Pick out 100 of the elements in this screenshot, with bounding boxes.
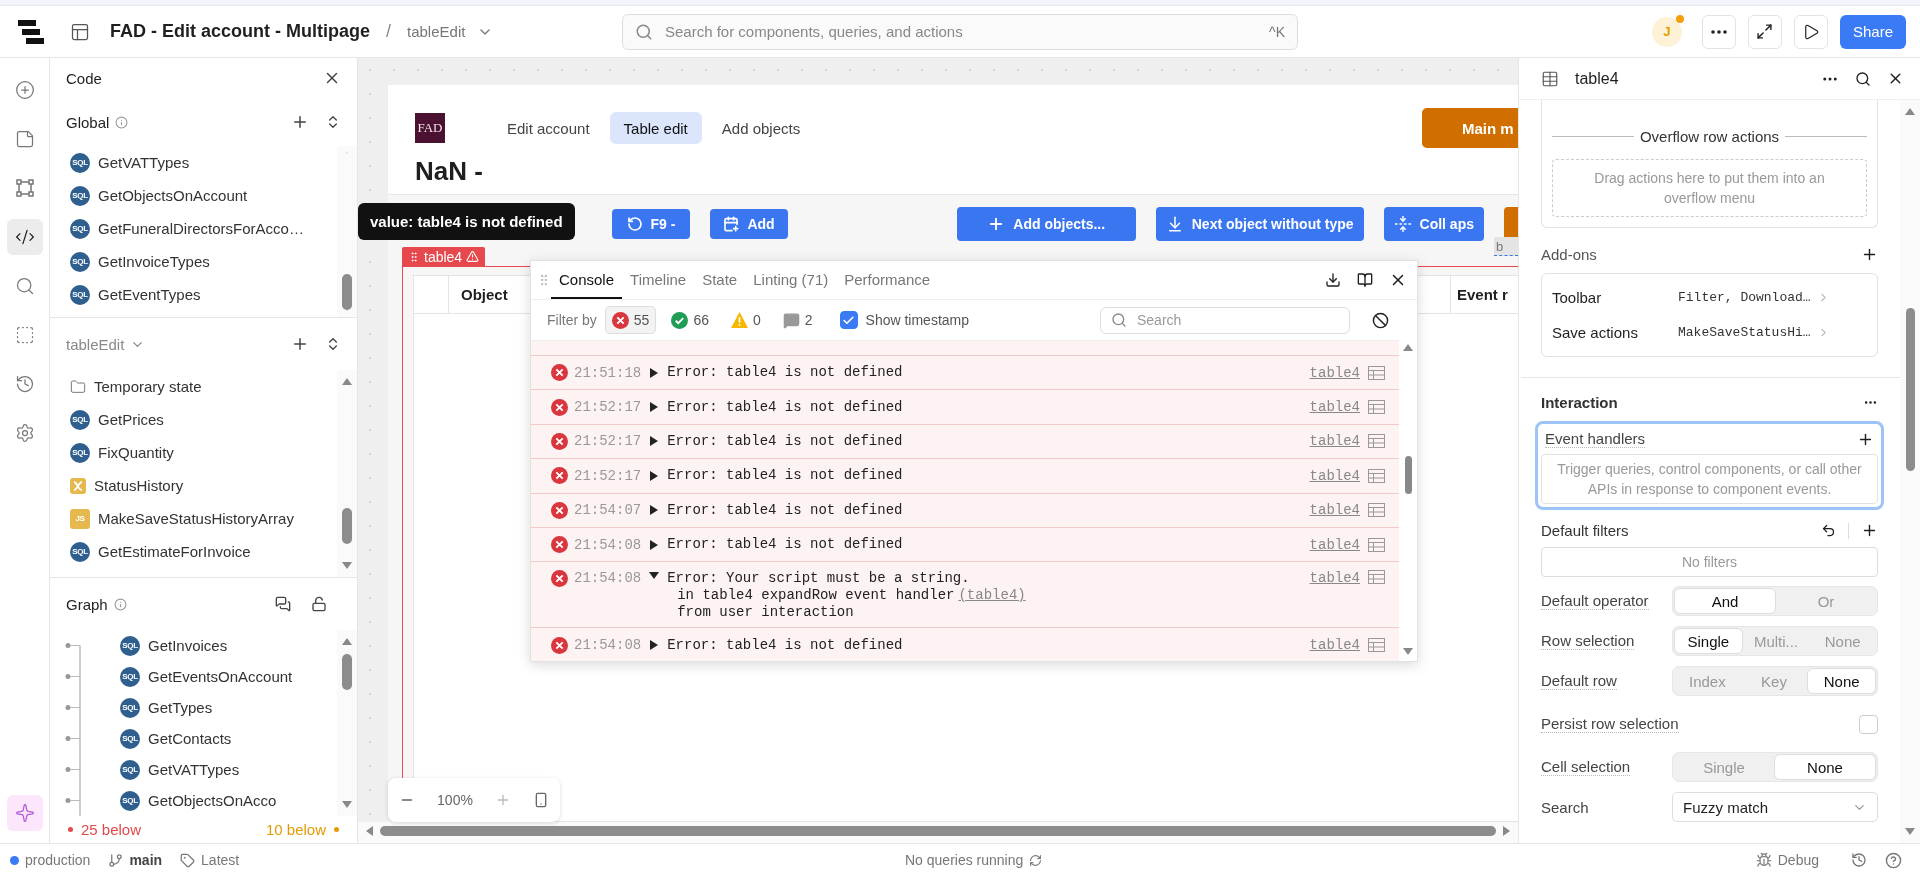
- log-row[interactable]: 21:52:17 Error: table4 is not defined table4: [531, 424, 1399, 460]
- sidebar-tool-button[interactable]: [6, 219, 43, 255]
- action-button[interactable]: F9 -: [612, 209, 690, 239]
- scrollbar[interactable]: [1900, 100, 1920, 843]
- log-row[interactable]: 21:52:17 Error: table4 is not defined table4: [531, 459, 1399, 494]
- code-list-item[interactable]: StatusHistory: [70, 469, 337, 502]
- add-icon[interactable]: [1861, 246, 1878, 263]
- timestamp-toggle[interactable]: Show timestamp: [839, 311, 970, 329]
- unlock-icon[interactable]: [311, 596, 327, 612]
- search-box[interactable]: Search for components, queries, and actions ^K: [622, 13, 1298, 50]
- zoom-level[interactable]: 100%: [437, 792, 473, 808]
- segment-option[interactable]: None: [1774, 754, 1876, 780]
- comments-icon[interactable]: [275, 596, 291, 612]
- console-tab[interactable]: State: [694, 261, 746, 299]
- action-button[interactable]: Coll aps: [1383, 207, 1484, 241]
- scrollbar-thumb[interactable]: [380, 825, 1496, 836]
- collapsed-caret-icon[interactable]: [649, 640, 660, 651]
- main-menu-button[interactable]: Main m: [1422, 108, 1518, 148]
- console-tab[interactable]: Timeline: [622, 261, 695, 299]
- segment-option[interactable]: None: [1807, 668, 1876, 694]
- scrollbar[interactable]: [337, 146, 357, 317]
- expand-button[interactable]: [1747, 14, 1782, 49]
- log-row[interactable]: 21:54:08 Error: Your script must be a string. in table4 expandRow event handler (table4) from user interaction table4: [531, 562, 1399, 629]
- checkbox[interactable]: [1859, 714, 1878, 734]
- log-search-box[interactable]: Search: [1100, 306, 1350, 334]
- search-field[interactable]: Search for components, queries, and actions: [663, 22, 1260, 41]
- page-tab[interactable]: Add objects: [707, 112, 815, 144]
- help-icon[interactable]: [1885, 851, 1902, 869]
- add-icon[interactable]: [1861, 522, 1878, 539]
- component-tag[interactable]: b: [1494, 237, 1518, 256]
- scrollbar-thumb[interactable]: [342, 273, 352, 310]
- undo-icon[interactable]: [1821, 523, 1836, 538]
- preview-button[interactable]: [1793, 14, 1828, 49]
- action-button[interactable]: Next object without type: [1155, 207, 1364, 241]
- download-icon[interactable]: [1325, 272, 1341, 288]
- layout-icon[interactable]: [70, 21, 90, 42]
- sidebar-tool-button[interactable]: [6, 795, 43, 831]
- column-header[interactable]: Event r: [1450, 276, 1518, 313]
- debug-button[interactable]: Debug: [1755, 852, 1819, 868]
- page-tab[interactable]: Edit account: [493, 112, 604, 144]
- code-list-item[interactable]: SQL GetInvoiceTypes: [70, 245, 337, 278]
- page-selector[interactable]: tableEdit: [407, 23, 466, 40]
- code-list-item[interactable]: SQL GetEventsOnAccount: [120, 661, 337, 692]
- component-tag[interactable]: table4: [402, 247, 486, 266]
- app-logo[interactable]: [18, 19, 44, 44]
- expanded-caret-icon[interactable]: [649, 570, 660, 581]
- log-search-field[interactable]: Search: [1135, 311, 1339, 329]
- environment-selector[interactable]: production: [10, 852, 91, 868]
- addon-row[interactable]: Toolbar Filter, Download…: [1552, 280, 1867, 315]
- version-tag[interactable]: Latest: [180, 852, 240, 868]
- docs-icon[interactable]: [1357, 272, 1373, 288]
- code-list-item[interactable]: SQL GetVATTypes: [70, 146, 337, 179]
- code-list-item[interactable]: SQL FixQuantity: [70, 436, 337, 469]
- code-list-item[interactable]: Temporary state: [70, 370, 337, 403]
- scrollbar[interactable]: [337, 630, 357, 816]
- page-tab[interactable]: Table edit: [609, 112, 702, 144]
- more-button[interactable]: [1701, 14, 1736, 49]
- code-list-item[interactable]: SQL GetContacts: [120, 723, 337, 754]
- log-filter[interactable]: 66: [664, 306, 716, 334]
- console-tab[interactable]: Linting (71): [745, 261, 837, 299]
- addon-row[interactable]: Save actions MakeSaveStatusHi…: [1552, 315, 1867, 350]
- scrollbar-thumb[interactable]: [342, 654, 352, 690]
- collapsed-caret-icon[interactable]: [649, 367, 660, 378]
- code-list-item[interactable]: SQL GetVATTypes: [120, 754, 337, 785]
- code-list-item[interactable]: SQL GetEstimateForInvoice: [70, 535, 337, 568]
- console-tab[interactable]: Performance: [836, 261, 939, 299]
- clear-icon[interactable]: [1372, 311, 1389, 329]
- share-button[interactable]: Share: [1839, 14, 1906, 49]
- code-list-item[interactable]: SQL GetFuneralDirectorsForAcco…: [70, 212, 337, 245]
- errors-below-indicator[interactable]: 25 below: [81, 821, 142, 838]
- collapsed-caret-icon[interactable]: [649, 402, 660, 413]
- refresh-icon[interactable]: [1029, 853, 1043, 867]
- scrollbar[interactable]: [337, 370, 357, 577]
- checkbox[interactable]: [839, 311, 858, 329]
- collapsed-caret-icon[interactable]: [649, 505, 660, 516]
- log-filter[interactable]: 0: [723, 306, 768, 334]
- code-list-item[interactable]: JS MakeSaveStatusHistoryArray: [70, 502, 337, 535]
- branch-selector[interactable]: main: [108, 852, 163, 868]
- log-row[interactable]: 21:54:08 Error: table4 is not defined table4: [531, 527, 1399, 563]
- log-row[interactable]: 21:52:17 Error: table4 is not defined table4: [531, 390, 1399, 425]
- collapsed-caret-icon[interactable]: [649, 436, 660, 447]
- code-list-item[interactable]: SQL GetTypes: [120, 692, 337, 723]
- console-tab[interactable]: Console: [551, 261, 623, 299]
- action-button[interactable]: Add: [710, 209, 788, 239]
- log-row[interactable]: 21:51:18 Error: table4 is not defined table4: [531, 356, 1399, 391]
- horizontal-scrollbar[interactable]: [358, 822, 1518, 843]
- code-list-item[interactable]: SQL GetEventTypes: [70, 278, 337, 311]
- scrollbar-thumb[interactable]: [1404, 455, 1412, 494]
- scrollbar-thumb[interactable]: [1905, 308, 1915, 471]
- select-field[interactable]: Fuzzy match: [1672, 792, 1878, 822]
- search-icon[interactable]: [1855, 70, 1871, 87]
- segment-option[interactable]: And: [1674, 588, 1776, 614]
- scrollbar-thumb[interactable]: [342, 508, 352, 544]
- collapsed-caret-icon[interactable]: [649, 539, 660, 550]
- code-list-item[interactable]: SQL GetInvoices: [120, 630, 337, 661]
- collapsed-caret-icon[interactable]: [649, 470, 660, 481]
- log-filter[interactable]: 2: [775, 306, 820, 334]
- page-selector[interactable]: tableEdit: [66, 335, 125, 353]
- log-row[interactable]: 21:54:07 Error: table4 is not defined table4: [531, 493, 1399, 528]
- code-list-item[interactable]: SQL GetObjectsOnAcco: [120, 785, 337, 816]
